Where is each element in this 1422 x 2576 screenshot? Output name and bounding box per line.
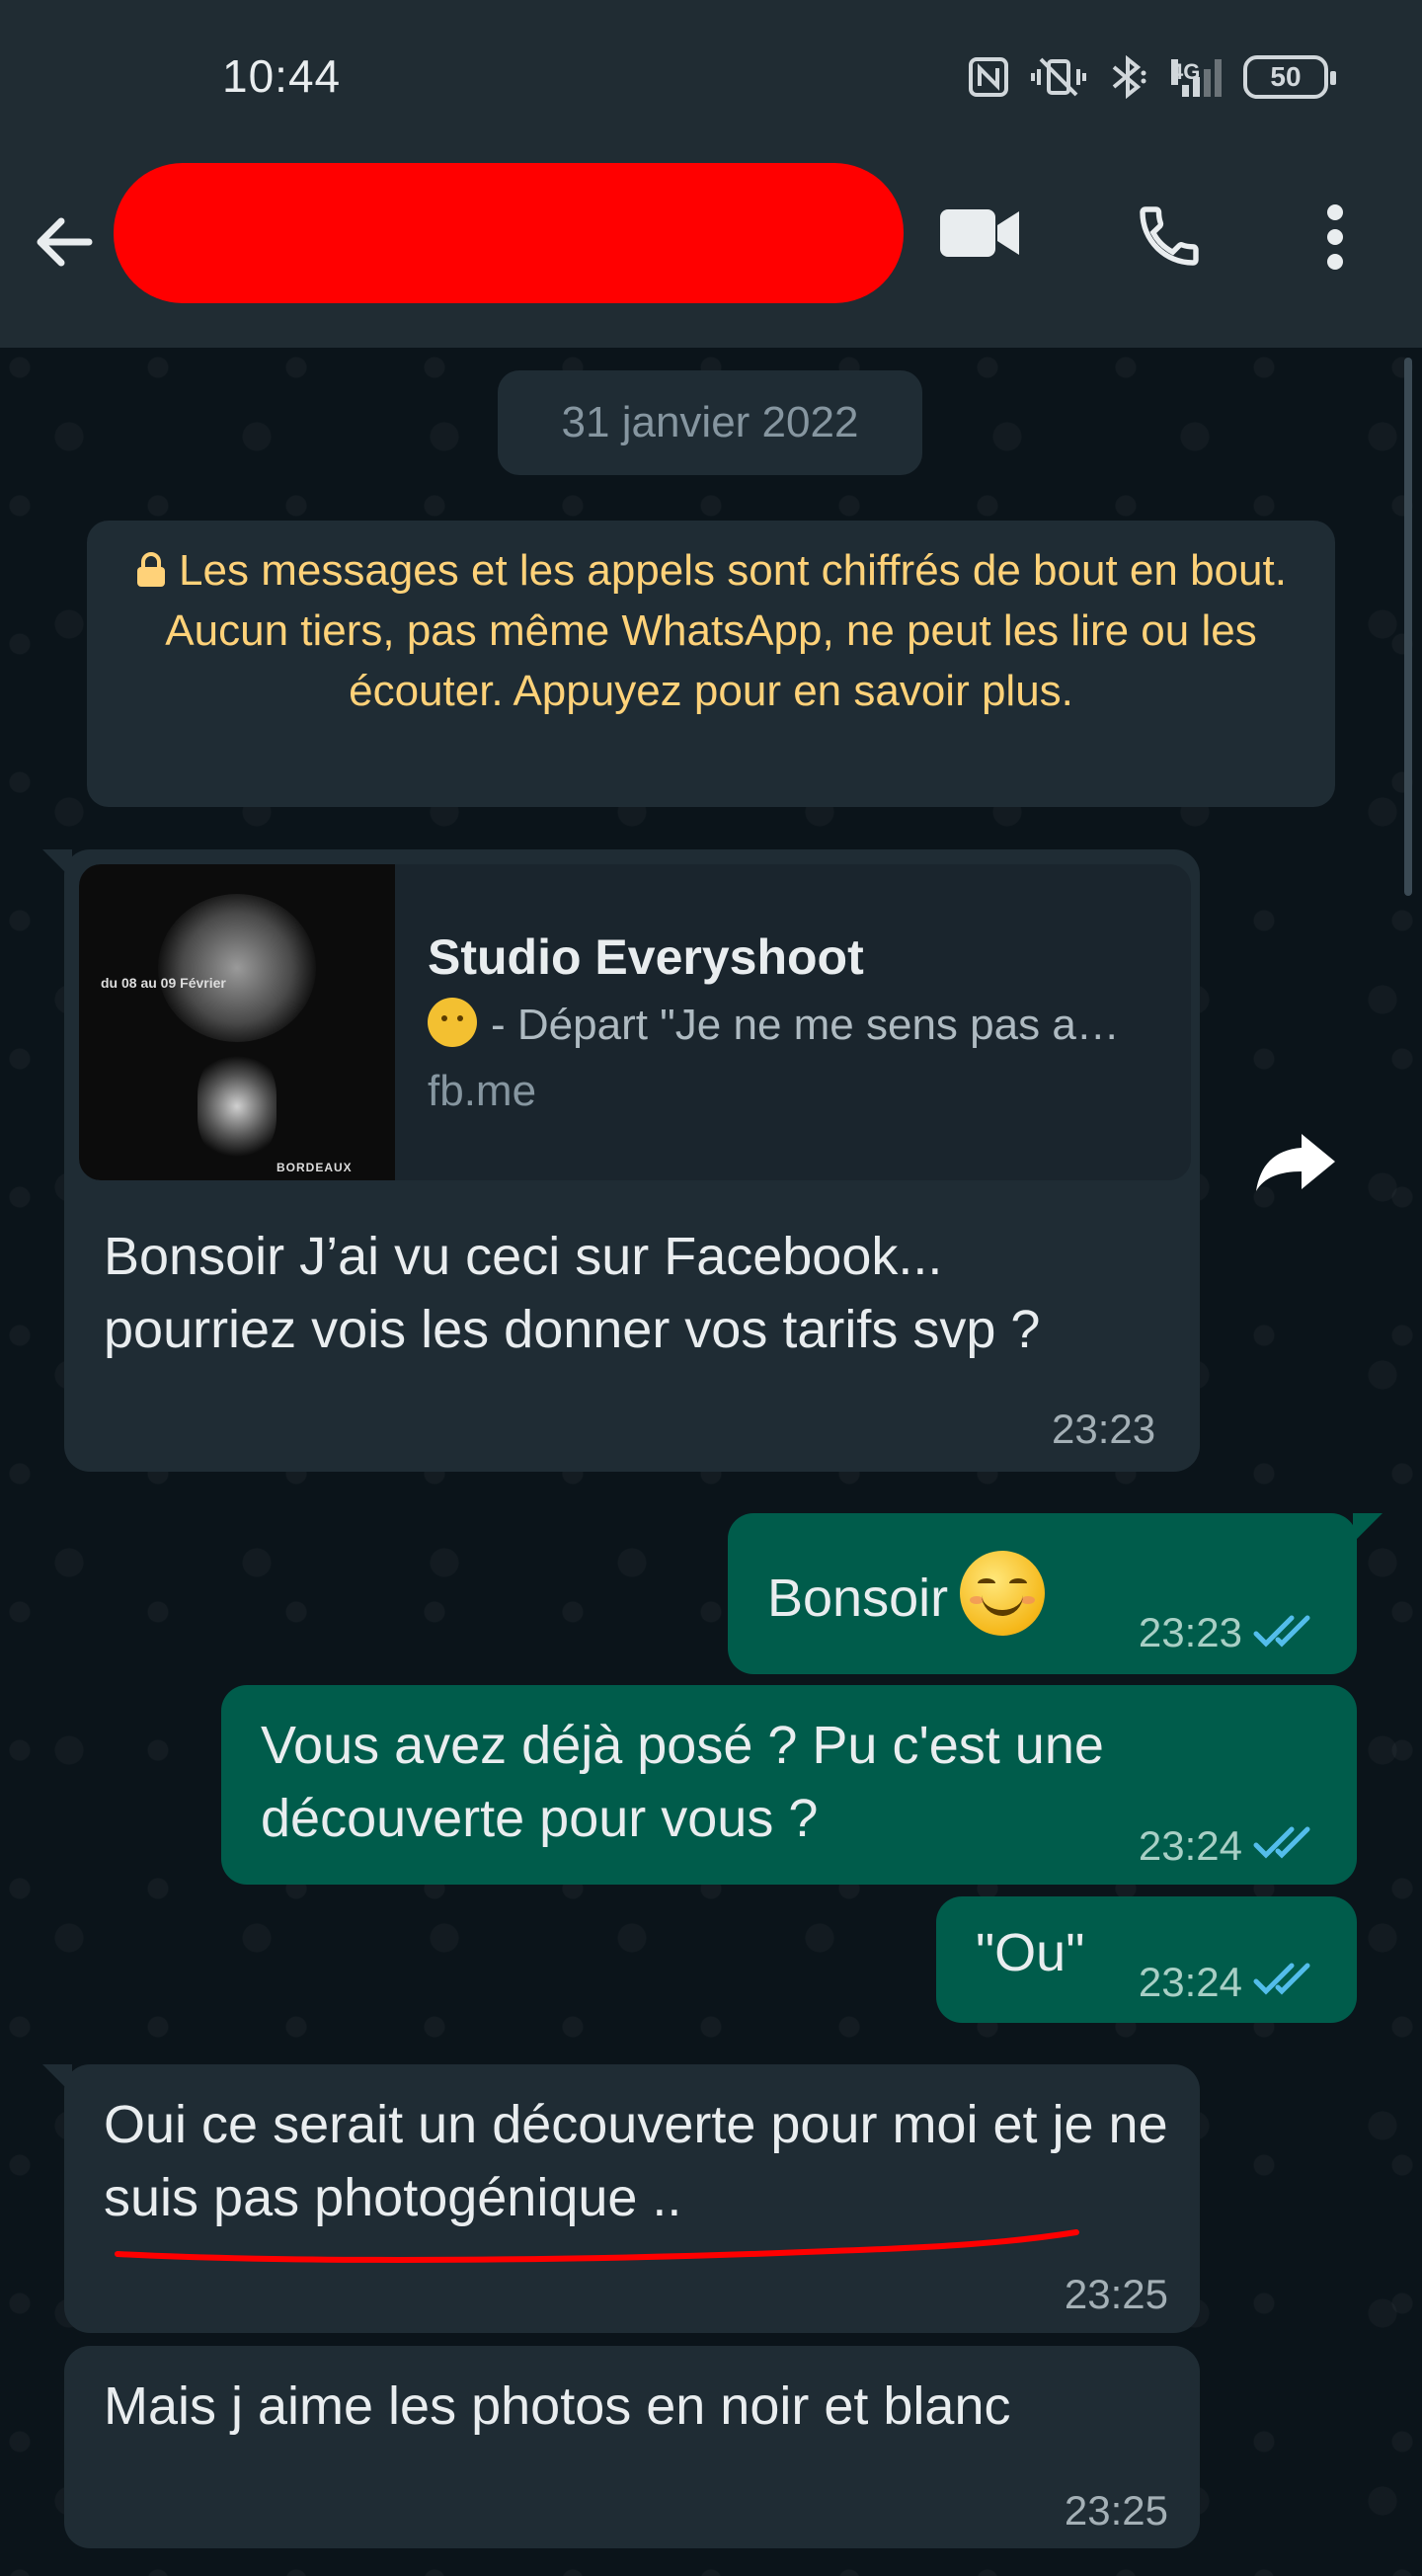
forward-icon[interactable] (1252, 1126, 1341, 1195)
date-separator: 31 janvier 2022 (498, 370, 922, 475)
message-time: 23:23 (1052, 1406, 1156, 1452)
disappointed-emoji-icon (428, 998, 477, 1047)
bluetooth-icon (1112, 55, 1146, 99)
link-preview[interactable]: du 08 au 09 Février BORDEAUX Studio Ever… (79, 864, 1191, 1180)
message-outgoing[interactable]: Vous avez déjà posé ? Pu c'est une décou… (221, 1685, 1357, 1885)
lock-icon (137, 552, 166, 587)
red-underline-annotation (115, 2229, 1079, 2263)
signal-icon: 4G (1171, 57, 1222, 97)
smiling-emoji-icon (960, 1551, 1046, 1636)
voice-call-icon[interactable] (1134, 201, 1205, 272)
contact-name-redacted[interactable] (114, 163, 904, 303)
back-arrow-icon[interactable] (30, 207, 99, 277)
message-outgoing[interactable]: Bonsoir 23:23 (728, 1513, 1382, 1674)
vibrate-off-icon (1031, 57, 1086, 97)
link-preview-description: - Départ "Je ne me sens pas a… (428, 998, 1158, 1050)
message-text: Bonsoir J’ai vu ceci sur Facebook... pou… (104, 1227, 1041, 1359)
read-ticks-icon (1253, 1826, 1310, 1859)
encryption-notice-text: Les messages et les appels sont chiffrés… (165, 546, 1287, 715)
thumb-bottom-text: BORDEAUX (276, 1161, 353, 1174)
thumb-top-text: du 08 au 09 Février (101, 975, 226, 991)
link-preview-thumbnail[interactable]: du 08 au 09 Février BORDEAUX (79, 864, 395, 1180)
message-time: 23:24 (1138, 1822, 1242, 1869)
status-bar: 10:44 4G 50 (0, 0, 1422, 158)
status-time: 10:44 (222, 50, 342, 102)
message-incoming[interactable]: Mais j aime les photos en noir et blanc … (64, 2346, 1200, 2548)
video-call-icon[interactable] (938, 205, 1021, 261)
message-time: 23:24 (1138, 1959, 1242, 2005)
network-type: 4G (1171, 59, 1201, 85)
message-outgoing[interactable]: "Ou" 23:24 (936, 1896, 1357, 2023)
link-preview-domain: fb.me (428, 1067, 537, 1115)
message-text: Vous avez déjà posé ? Pu c'est une décou… (261, 1716, 1104, 1848)
message-text: Mais j aime les photos en noir et blanc (104, 2376, 1011, 2436)
encryption-notice[interactable]: Les messages et les appels sont chiffrés… (87, 521, 1335, 807)
battery-level: 50 (1270, 61, 1302, 92)
battery-icon: 50 (1243, 55, 1336, 99)
more-options-icon[interactable] (1323, 202, 1347, 272)
read-ticks-icon (1253, 1615, 1310, 1648)
message-text: "Ou" (976, 1923, 1085, 1982)
nfc-icon (969, 57, 1008, 97)
scrollbar[interactable] (1404, 358, 1412, 896)
message-time: 23:25 (1064, 2487, 1168, 2534)
status-icons: 4G 50 (968, 55, 1336, 99)
message-incoming[interactable]: Oui ce serait un découverte pour moi et … (42, 2064, 1200, 2333)
message-text: Bonsoir (767, 1569, 949, 1628)
message-time: 23:25 (1064, 2271, 1168, 2317)
message-time: 23:23 (1138, 1609, 1242, 1655)
link-preview-title: Studio Everyshoot (428, 929, 864, 985)
read-ticks-icon (1253, 1963, 1310, 1995)
